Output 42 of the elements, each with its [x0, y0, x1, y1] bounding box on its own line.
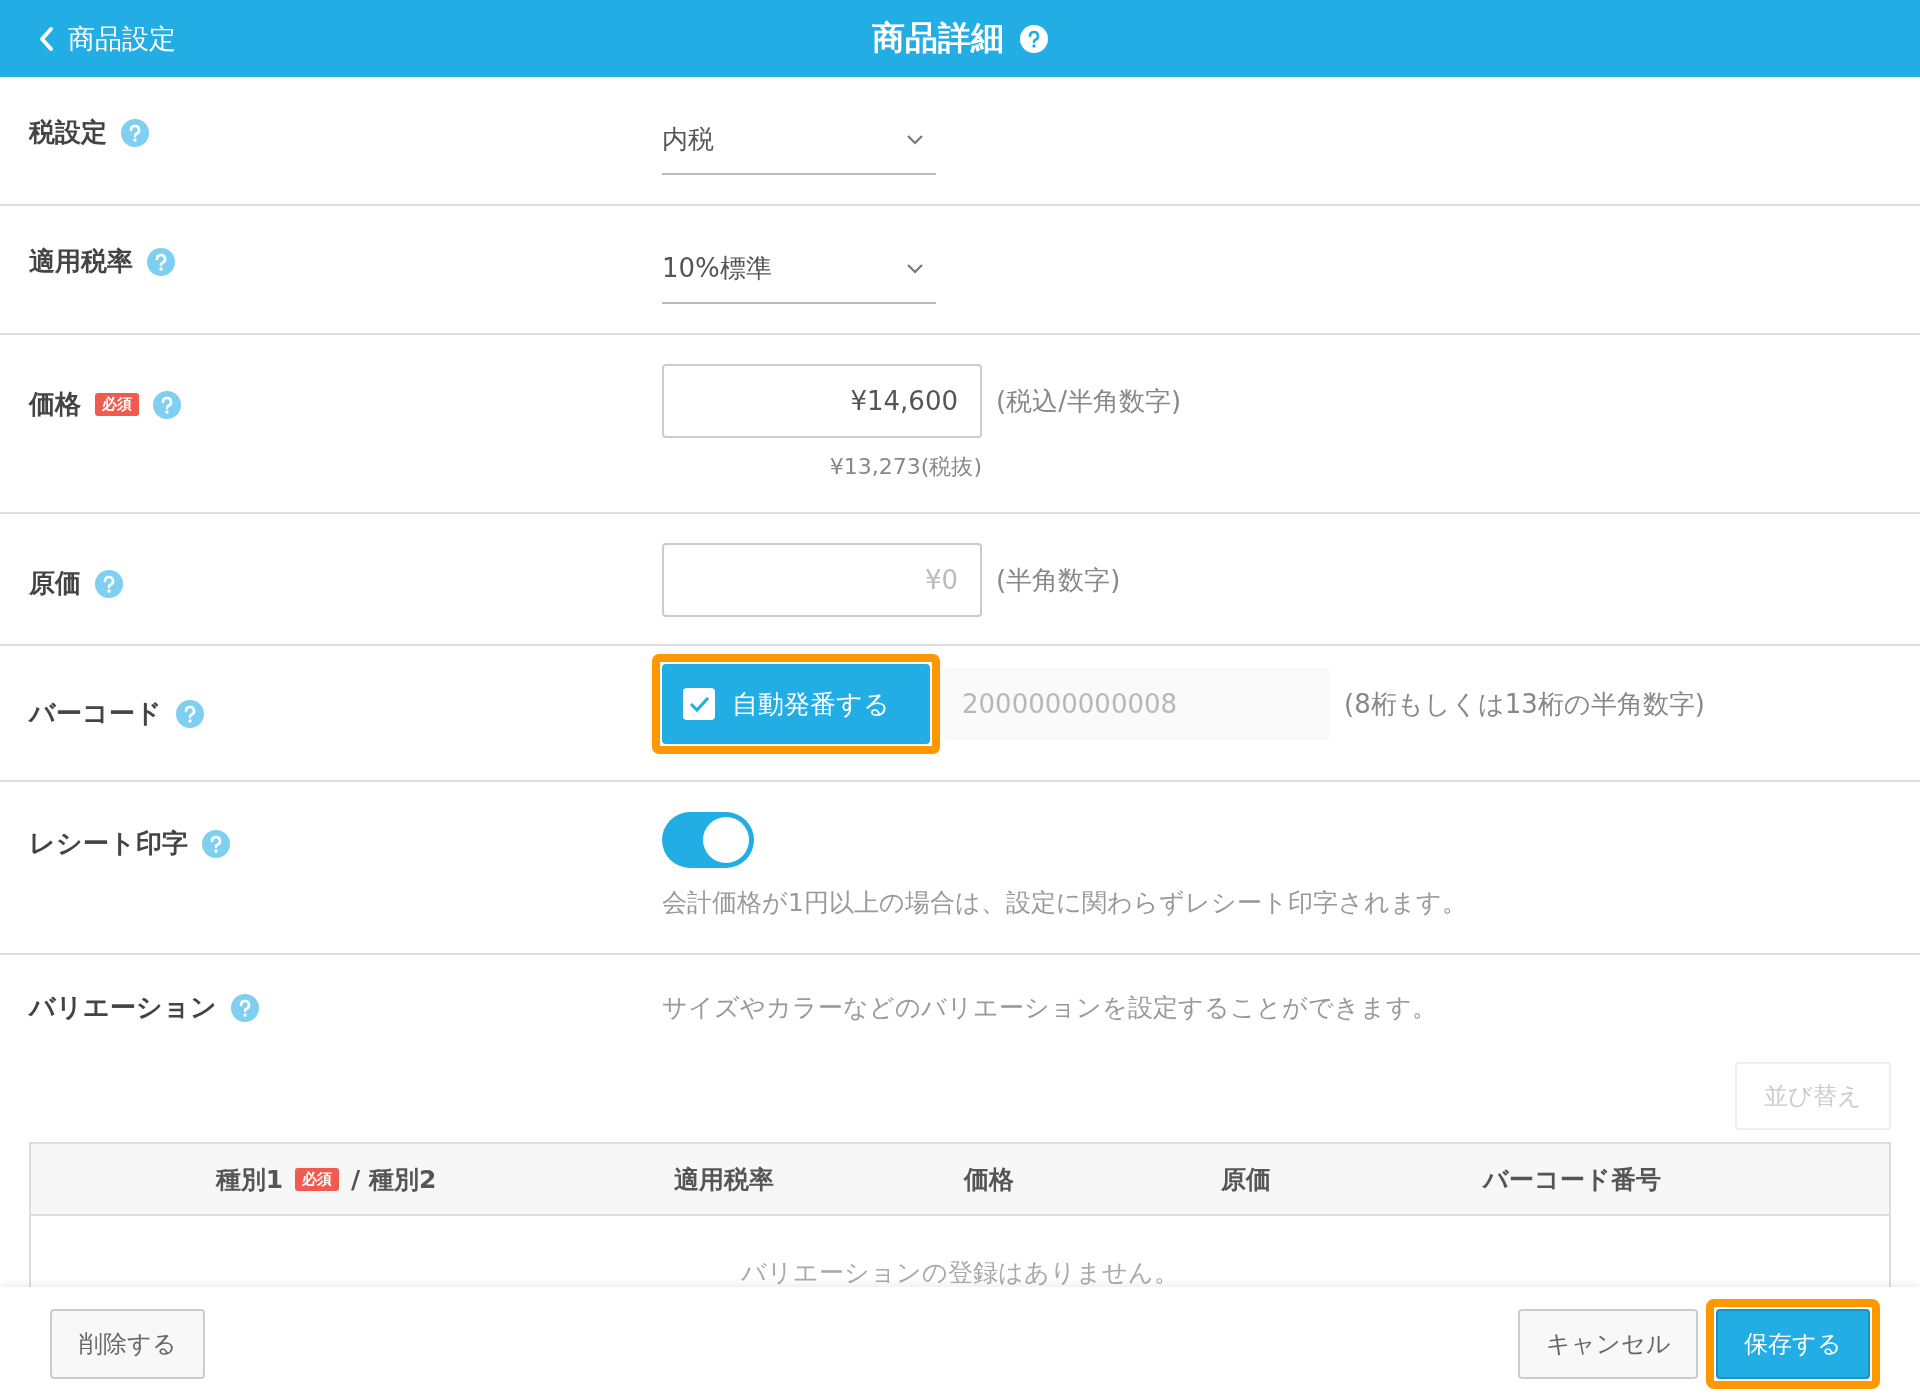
tax-excluded-price: ¥13,273(税抜) — [828, 453, 982, 481]
chevron-down-icon — [906, 262, 924, 274]
field-label: 税設定 — [29, 116, 107, 149]
input-hint: (税込/半角数字) — [996, 384, 1182, 418]
cancel-button[interactable]: キャンセル — [1518, 1308, 1698, 1379]
note-text: サイズやカラーなどのバリエーションを設定することができます。 — [662, 992, 1438, 1024]
input-hint: (8桁もしくは13桁の半角数字) — [1344, 687, 1705, 721]
column-header: / 種別2 — [351, 1163, 437, 1196]
column-header: 適用税率 — [674, 1163, 774, 1196]
column-header: 種別1 — [215, 1163, 284, 1196]
select-field[interactable]: 10%標準 — [662, 234, 936, 304]
chevron-down-icon — [906, 133, 924, 145]
field-label: バリエーション — [29, 991, 217, 1024]
page-title: 商品詳細 — [872, 17, 1004, 59]
help-icon[interactable] — [153, 390, 181, 419]
column-header: 原価 — [1221, 1163, 1271, 1196]
input-field[interactable]: ¥14,600 — [662, 364, 982, 438]
help-icon[interactable] — [231, 993, 259, 1022]
note-text: 会計価格が1円以上の場合は、設定に関わらずレシート印字されます。 — [662, 887, 1468, 919]
check-icon — [682, 687, 716, 721]
field-label: 適用税率 — [29, 245, 133, 278]
field-label: 価格 — [29, 388, 81, 421]
empty-message: バリエーションの登録はありません。 — [741, 1257, 1179, 1289]
column-header: 価格 — [964, 1163, 1014, 1196]
help-icon[interactable] — [147, 247, 175, 276]
required-badge: 必須 — [95, 393, 139, 416]
field-label: 原価 — [29, 567, 81, 600]
column-header: バーコード番号 — [1483, 1163, 1661, 1196]
required-badge: 必須 — [295, 1167, 340, 1191]
help-icon[interactable] — [202, 829, 230, 858]
help-icon[interactable] — [95, 569, 123, 598]
help-icon[interactable] — [121, 118, 149, 147]
select-field[interactable]: 内税 — [662, 105, 936, 175]
receipt-toggle[interactable] — [662, 812, 754, 868]
input-field[interactable]: ¥0 — [662, 543, 982, 617]
help-icon[interactable] — [176, 699, 204, 728]
input-hint: (半角数字) — [996, 563, 1121, 597]
field-label: レシート印字 — [29, 827, 188, 860]
help-icon[interactable] — [1020, 24, 1048, 53]
back-icon — [38, 25, 54, 52]
field-label: バーコード — [29, 697, 162, 730]
delete-button[interactable]: 削除する — [50, 1308, 205, 1379]
